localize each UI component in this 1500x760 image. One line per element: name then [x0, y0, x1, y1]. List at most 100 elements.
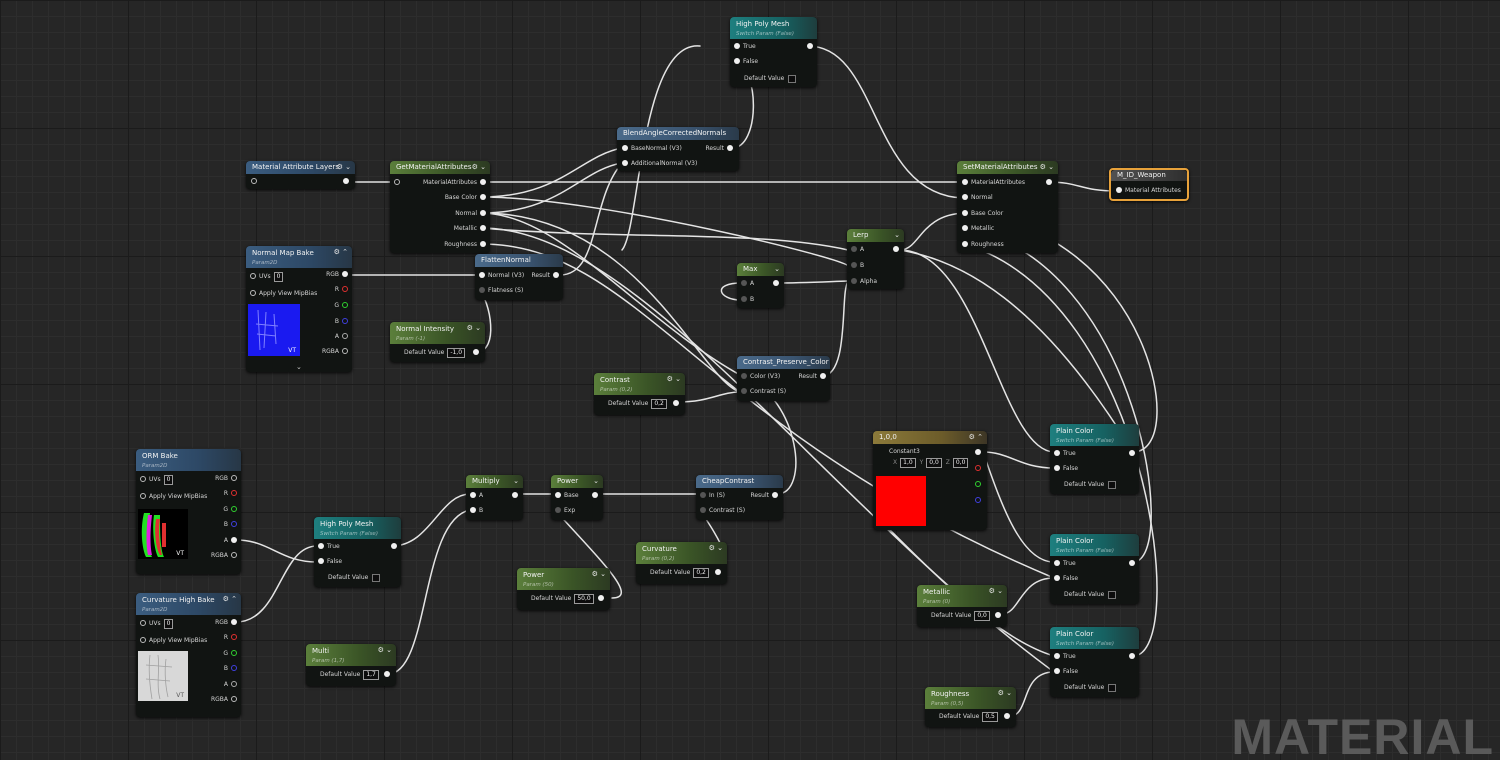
pin-uvs[interactable]: UVs 0: [250, 271, 284, 282]
pin-output[interactable]: [1000, 711, 1010, 722]
pin-base-color[interactable]: Base Color: [445, 192, 486, 203]
node-power[interactable]: Power ⌄ Base Exp: [551, 475, 603, 520]
pin-b[interactable]: B: [470, 505, 483, 516]
pin-material-attributes[interactable]: MaterialAttributes: [423, 177, 486, 188]
pin-false[interactable]: False: [1054, 573, 1078, 584]
node-curvature-high-bake[interactable]: Curvature High Bake Param2D ⚙ ⌃ UVs 0 Apply…: [136, 593, 241, 717]
chevron-down-icon[interactable]: ⚙ ⌄: [467, 324, 481, 333]
pin-g[interactable]: G: [223, 648, 237, 659]
chevron-down-icon[interactable]: ⚙ ⌄: [989, 587, 1003, 596]
pin-normal[interactable]: Normal: [962, 192, 993, 203]
chevron-down-icon[interactable]: ⚙ ⌄: [1040, 163, 1054, 172]
node-contrast-preserve-color[interactable]: Contrast_Preserve_Color Color (V3) Contr…: [737, 356, 830, 401]
pin-rgba[interactable]: RGBA: [211, 694, 237, 705]
chevron-down-icon[interactable]: ⌄: [513, 477, 519, 486]
pin-output[interactable]: [469, 347, 479, 358]
node-material-attribute-layers[interactable]: Material Attribute Layers ⚙ ⌄: [246, 161, 355, 189]
chevron-down-icon[interactable]: ⚙ ⌄: [667, 375, 681, 384]
node-metallic-param[interactable]: Metallic Param (0) ⚙ ⌄ Default Value 0,0: [917, 585, 1007, 627]
pin-b[interactable]: B: [224, 663, 237, 674]
pin-output[interactable]: [339, 176, 349, 187]
default-value-box[interactable]: -1,0: [447, 347, 466, 358]
pin-g[interactable]: G: [223, 504, 237, 515]
node-constant3[interactable]: 1,0,0 ⚙ ⌃ Constant3 X 1,0 Y 0,0 Z 0,0: [873, 431, 987, 530]
chevron-down-icon[interactable]: ⌄: [774, 265, 780, 274]
pin-true[interactable]: True: [1054, 651, 1076, 662]
pin-roughness[interactable]: Roughness: [962, 239, 1004, 250]
pin-a[interactable]: A: [224, 535, 237, 546]
chevron-down-icon[interactable]: ⚙ ⌄: [998, 689, 1012, 698]
pin-a[interactable]: A: [851, 244, 864, 255]
default-value-box[interactable]: 1,7: [363, 669, 379, 680]
pin-result[interactable]: Result: [705, 143, 733, 154]
chevron-down-icon[interactable]: ⚙ ⌃: [334, 248, 348, 257]
pin-output[interactable]: [889, 244, 899, 255]
pin-a[interactable]: A: [470, 490, 483, 501]
pin-a[interactable]: A: [224, 679, 237, 690]
default-checkbox[interactable]: [788, 74, 797, 83]
pin-output[interactable]: [669, 398, 679, 409]
pin-flatness[interactable]: Flatness (S): [479, 285, 523, 296]
node-max[interactable]: Max ⌄ A B: [737, 263, 784, 308]
material-graph-canvas[interactable]: High Poly Mesh Switch Param (False) True …: [0, 0, 1500, 760]
pin-normal[interactable]: Normal (V3): [479, 270, 524, 281]
pin-base-color[interactable]: Base Color: [962, 208, 1003, 219]
pin-b[interactable]: B: [335, 316, 348, 327]
y-value-box[interactable]: 0,0: [926, 457, 942, 468]
chevron-down-icon[interactable]: ⚙ ⌄: [592, 570, 606, 579]
pin-output[interactable]: [991, 610, 1001, 621]
default-value-box[interactable]: 50,0: [574, 593, 594, 604]
node-blend-angle-corrected-normals[interactable]: BlendAngleCorrectedNormals BaseNormal (V…: [617, 127, 739, 171]
chevron-down-icon[interactable]: ⌄: [894, 231, 900, 240]
chevron-down-icon[interactable]: ⚙ ⌄: [378, 646, 392, 655]
pin-uvs[interactable]: UVs 0: [140, 474, 174, 485]
chevron-down-icon[interactable]: ⚙ ⌄: [337, 163, 351, 172]
pin-false[interactable]: False: [1054, 666, 1078, 677]
uvs-value-box[interactable]: 0: [163, 474, 174, 485]
pin-roughness[interactable]: Roughness: [444, 239, 486, 250]
node-plain-color-1[interactable]: Plain Color Switch Param (False) True Fal…: [1050, 424, 1139, 494]
pin-b[interactable]: B: [851, 260, 864, 271]
node-high-poly-mesh-bottom[interactable]: High Poly Mesh Switch Param (False) True …: [314, 517, 401, 587]
pin-base-normal[interactable]: BaseNormal (V3): [622, 143, 682, 154]
pin-rgba[interactable]: RGBA: [322, 346, 348, 357]
pin-output[interactable]: [1125, 651, 1135, 662]
node-normal-intensity[interactable]: Normal Intensity Param (-1) ⚙ ⌄ Default Va…: [390, 322, 485, 362]
default-value-box[interactable]: 0,2: [693, 567, 709, 578]
pin-rgba[interactable]: RGBA: [211, 550, 237, 561]
z-value-box[interactable]: 0,0: [952, 457, 969, 468]
pin-uvs[interactable]: UVs 0: [140, 618, 174, 629]
pin-contrast[interactable]: Contrast (S): [700, 505, 745, 516]
pin-r[interactable]: R: [224, 488, 237, 499]
node-multiply[interactable]: Multiply ⌄ A B: [466, 475, 523, 520]
pin-metallic[interactable]: Metallic: [962, 223, 994, 234]
node-curvature-param[interactable]: Curvature Param (0,2) ⚙ ⌄ Default Value 0,2: [636, 542, 727, 584]
default-value-box[interactable]: 0,5: [982, 711, 998, 722]
pin-rgb[interactable]: RGB: [215, 473, 237, 484]
pin-a[interactable]: A: [335, 331, 348, 342]
pin-output[interactable]: [588, 490, 598, 501]
node-plain-color-3[interactable]: Plain Color Switch Param (False) True Fal…: [1050, 627, 1139, 697]
pin-result[interactable]: Result: [750, 490, 778, 501]
node-normal-map-bake[interactable]: Normal Map Bake Param2D ⚙ ⌃ UVs 0 Apply Vie…: [246, 246, 352, 372]
default-checkbox[interactable]: [372, 573, 381, 582]
x-value-box[interactable]: 1,0: [900, 457, 916, 468]
pin-alpha[interactable]: Alpha: [851, 276, 877, 287]
pin-false[interactable]: False: [734, 56, 758, 67]
pin-material-attributes[interactable]: Material Attributes: [1116, 185, 1181, 196]
pin-exp[interactable]: Exp: [555, 505, 575, 516]
pin-rgb[interactable]: RGB: [326, 269, 348, 280]
pin-material-attributes[interactable]: MaterialAttributes: [962, 177, 1025, 188]
default-checkbox[interactable]: [1108, 683, 1117, 692]
pin-result[interactable]: Result: [798, 371, 826, 382]
node-cheap-contrast[interactable]: CheapContrast In (S) Contrast (S) Result: [696, 475, 783, 520]
pin-output[interactable]: [803, 41, 813, 52]
pin-r[interactable]: R: [335, 284, 348, 295]
pin-output[interactable]: [1125, 558, 1135, 569]
pin-contrast[interactable]: Contrast (S): [741, 386, 786, 397]
pin-rgb[interactable]: RGB: [215, 617, 237, 628]
default-checkbox[interactable]: [1108, 480, 1117, 489]
pin-in[interactable]: In (S): [700, 490, 725, 501]
chevron-down-icon[interactable]: ⚙ ⌄: [709, 544, 723, 553]
pin-output[interactable]: [1125, 448, 1135, 459]
